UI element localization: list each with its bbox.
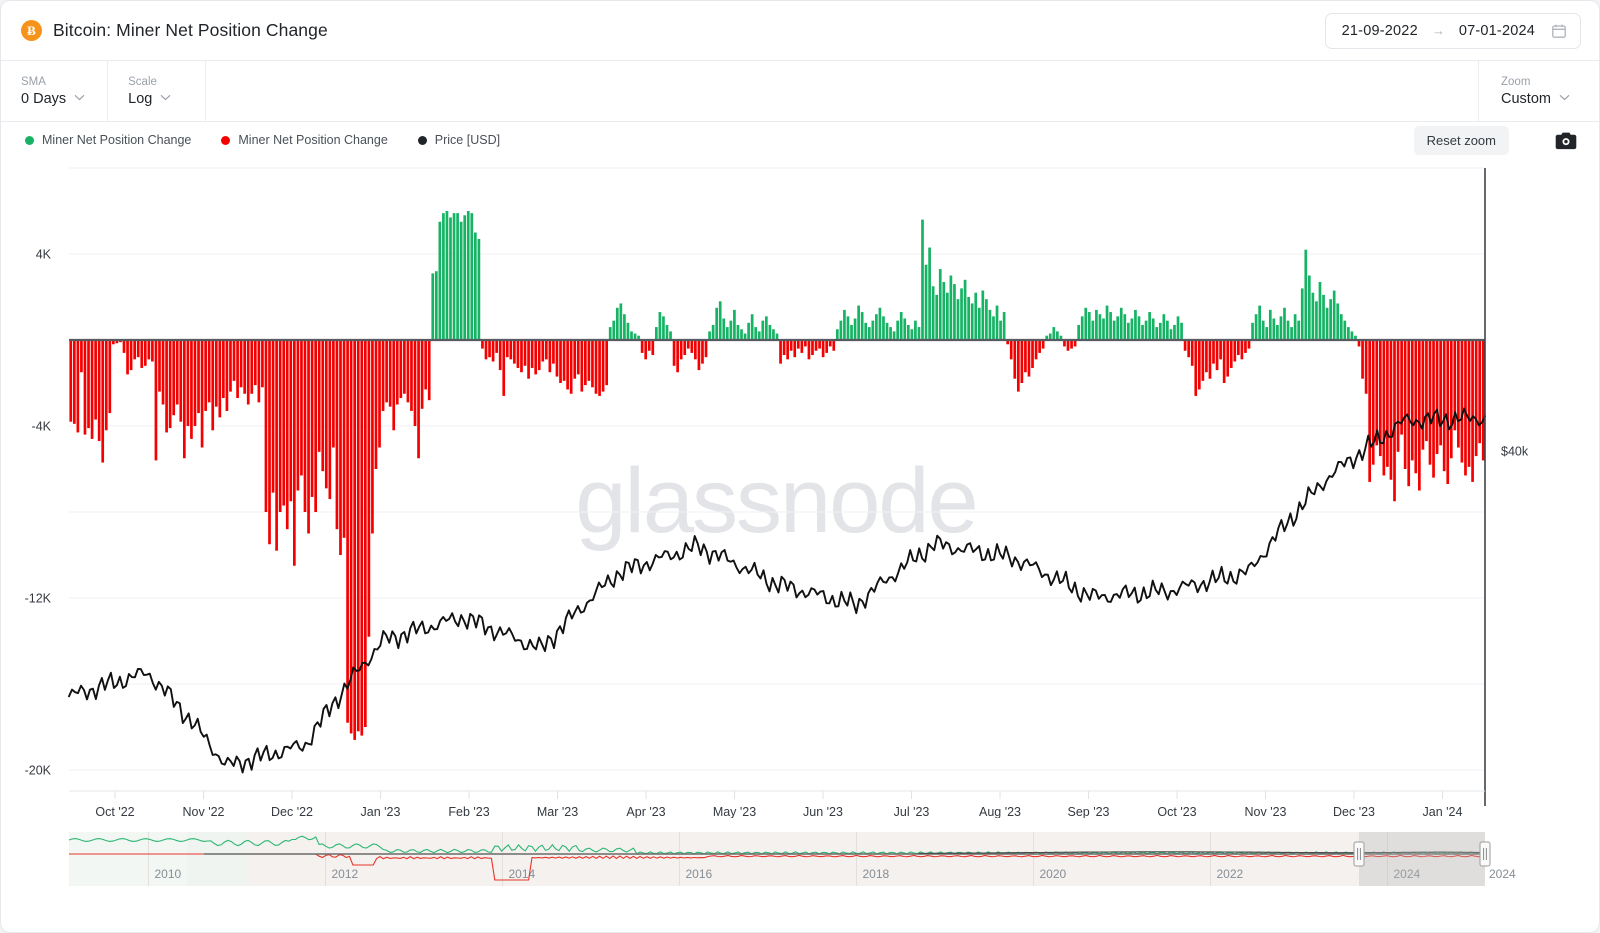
date-arrow-icon: →: [1431, 23, 1445, 38]
x-axis-tick-label: Oct '23: [1157, 805, 1196, 818]
sma-value-row[interactable]: 0 Days: [21, 91, 85, 107]
navigator-year-label: 2020: [1040, 867, 1067, 881]
y-axis-tick-label: -12K: [25, 592, 52, 606]
legend-item-price[interactable]: Price [USD]: [417, 133, 501, 147]
legend-dot-green: [25, 135, 34, 145]
y2-axis-tick-label: $40k: [1501, 445, 1529, 459]
date-range-picker[interactable]: 21-09-2022 → 07-01-2024: [1324, 12, 1581, 49]
controls-spacer: [206, 61, 1479, 121]
sma-control[interactable]: SMA 0 Days: [1, 61, 109, 121]
navigator-year-label: 2024: [1489, 867, 1516, 881]
x-axis-tick-label: Sep '23: [1068, 805, 1110, 818]
scale-control[interactable]: Scale Log: [108, 61, 207, 121]
x-axis-tick-label: Feb '23: [448, 805, 489, 818]
scale-value: Log: [128, 90, 153, 107]
x-axis-tick-label: May '23: [713, 805, 756, 818]
x-axis-tick-label: Jun '23: [803, 805, 843, 818]
nav-handle-right[interactable]: [1479, 841, 1491, 867]
x-axis-tick-label: Aug '23: [979, 805, 1021, 818]
navigator-year-label: 2016: [686, 867, 713, 881]
chart-plot-area[interactable]: glassnode 4K-4K-12K-20K$40k$10kOct '22No…: [1, 158, 1600, 818]
app-header: Ƀ Bitcoin: Miner Net Position Change 21-…: [1, 1, 1599, 61]
x-axis-tick-label: Jan '24: [1423, 805, 1463, 818]
chevron-down-icon: [1559, 94, 1570, 104]
controls-bar: SMA 0 Days Scale Log Zoom Custom: [1, 61, 1599, 122]
legend-dot-black: [417, 135, 427, 145]
legend-label: Miner Net Position Change: [238, 133, 388, 147]
navigator-year-label: 2022: [1217, 867, 1244, 881]
date-to-value[interactable]: 07-01-2024: [1459, 23, 1535, 39]
range-navigator[interactable]: 2010 2012 2014 2016 2018 2020 2022 2024 2024: [1, 824, 1600, 933]
chart-canvas[interactable]: 4K-4K-12K-20K$40k$10kOct '22Nov '22Dec '…: [1, 158, 1600, 818]
camera-icon[interactable]: [1555, 131, 1577, 150]
x-axis-tick-label: Jan '23: [361, 805, 401, 818]
title-group: Ƀ Bitcoin: Miner Net Position Change: [21, 20, 328, 41]
page-title: Bitcoin: Miner Net Position Change: [53, 20, 328, 40]
legend-label: Price [USD]: [434, 133, 501, 147]
bitcoin-icon: Ƀ: [21, 20, 42, 41]
x-axis-tick-label: Nov '22: [183, 805, 225, 818]
x-axis-tick-label: Nov '23: [1245, 805, 1287, 818]
sma-label: SMA: [21, 75, 46, 88]
legend-item-miner-positive[interactable]: Miner Net Position Change: [25, 133, 191, 147]
x-axis-tick-label: Dec '22: [271, 805, 313, 818]
chevron-down-icon: [74, 94, 85, 104]
navigator-year-label: 2014: [509, 867, 536, 881]
legend-label: Miner Net Position Change: [42, 133, 192, 147]
y-axis-tick-label: 4K: [36, 248, 52, 262]
sma-value: 0 Days: [21, 90, 67, 107]
navigator-year-label: 2018: [863, 867, 890, 881]
scale-value-row[interactable]: Log: [128, 91, 183, 107]
reset-zoom-button[interactable]: Reset zoom: [1413, 125, 1509, 155]
nav-handle-left[interactable]: [1353, 841, 1365, 867]
x-axis-tick-label: Jul '23: [894, 805, 930, 818]
zoom-value: Custom: [1501, 90, 1551, 107]
zoom-control[interactable]: Zoom Custom: [1479, 61, 1599, 121]
x-axis-tick-label: Oct '22: [95, 805, 134, 818]
chevron-down-icon: [160, 94, 171, 104]
x-axis-tick-label: Dec '23: [1333, 805, 1375, 818]
y-axis-tick-label: -4K: [32, 420, 52, 434]
calendar-icon[interactable]: [1551, 23, 1567, 39]
navigator-year-label: 2010: [155, 867, 182, 881]
legend-item-miner-negative[interactable]: Miner Net Position Change: [221, 133, 388, 147]
x-axis-tick-label: Mar '23: [537, 805, 578, 818]
legend-dot-red: [221, 135, 231, 145]
glassnode-chart-app: Ƀ Bitcoin: Miner Net Position Change 21-…: [0, 0, 1600, 933]
chart-legend: Miner Net Position Change Miner Net Posi…: [1, 122, 1599, 158]
date-from-value[interactable]: 21-09-2022: [1342, 23, 1418, 39]
zoom-label: Zoom: [1501, 75, 1531, 88]
zoom-value-row[interactable]: Custom: [1501, 91, 1577, 107]
navigator-year-label: 2012: [332, 867, 359, 881]
scale-label: Scale: [128, 75, 157, 88]
y-axis-tick-label: -20K: [25, 764, 52, 778]
x-axis-tick-label: Apr '23: [626, 805, 665, 818]
